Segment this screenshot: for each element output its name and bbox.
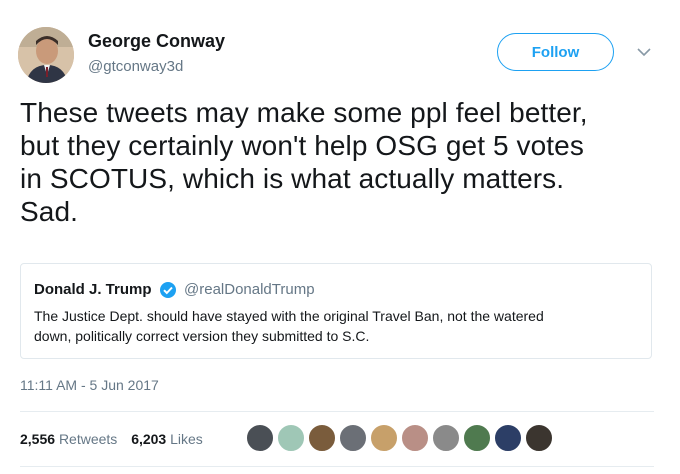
liker-avatar[interactable] [432, 424, 460, 452]
liker-avatar[interactable] [246, 424, 274, 452]
quoted-text-line: down, politically correct version they s… [34, 328, 370, 344]
liker-avatar[interactable] [525, 424, 553, 452]
liker-avatar[interactable] [463, 424, 491, 452]
liker-avatar[interactable] [277, 424, 305, 452]
retweets-count: 2,556 [20, 431, 56, 447]
quoted-author-name[interactable]: Donald J. Trump [34, 281, 152, 298]
liker-avatar[interactable] [339, 424, 367, 452]
quoted-tweet-text: The Justice Dept. should have stayed wit… [34, 306, 634, 346]
tweet-text-line: Sad. [20, 196, 78, 227]
retweets-label: Retweets [58, 431, 118, 447]
liker-avatar[interactable] [308, 424, 336, 452]
liker-avatar[interactable] [370, 424, 398, 452]
divider [20, 466, 654, 467]
author-handle[interactable]: @gtconway3d [88, 58, 183, 75]
retweets-stat[interactable]: 2,556 Retweets [20, 431, 121, 447]
tweet-timestamp[interactable]: 11:11 AM - 5 Jun 2017 [20, 377, 159, 393]
author-name[interactable]: George Conway [88, 31, 225, 52]
quoted-author-handle[interactable]: @realDonaldTrump [184, 281, 315, 298]
quoted-text-line: The Justice Dept. should have stayed wit… [34, 308, 544, 324]
author-avatar-image [18, 27, 74, 83]
chevron-down-icon[interactable] [636, 44, 652, 60]
liker-avatar[interactable] [494, 424, 522, 452]
author-avatar[interactable] [18, 27, 74, 83]
tweet-text-line: These tweets may make some ppl feel bett… [20, 97, 588, 128]
likes-stat[interactable]: 6,203 Likes [131, 431, 203, 447]
likes-count: 6,203 [131, 431, 167, 447]
verified-badge-icon [159, 281, 177, 299]
quoted-tweet[interactable]: Donald J. Trump @realDonaldTrump The Jus… [20, 263, 652, 359]
tweet-text-line: but they certainly won't help OSG get 5 … [20, 130, 584, 161]
tweet-text: These tweets may make some ppl feel bett… [20, 96, 670, 228]
follow-button[interactable]: Follow [497, 33, 614, 71]
liker-avatar[interactable] [401, 424, 429, 452]
likes-label: Likes [170, 431, 203, 447]
divider [20, 411, 654, 412]
tweet-text-line: in SCOTUS, which is what actually matter… [20, 163, 565, 194]
tweet-stats: 2,556 Retweets 6,203 Likes [20, 431, 213, 447]
